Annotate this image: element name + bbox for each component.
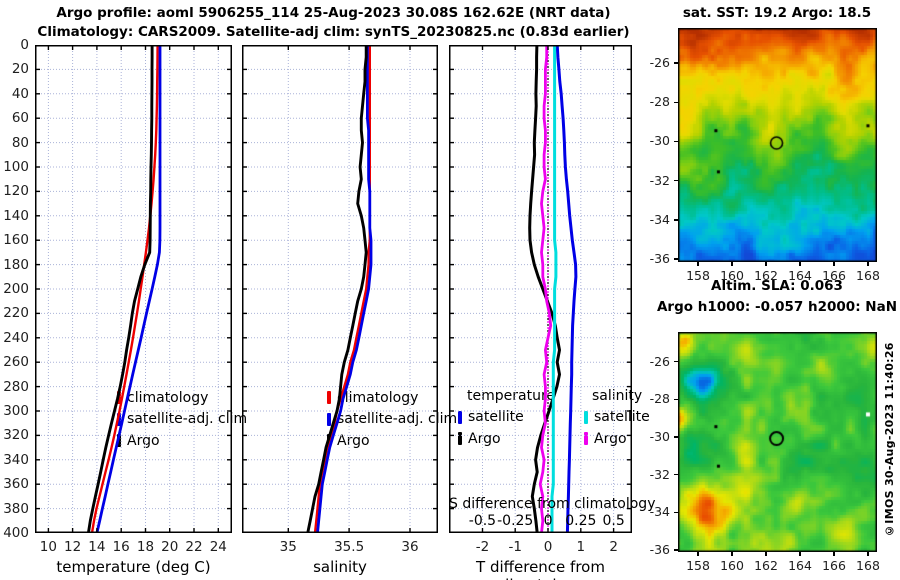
y-tick-label: 200 [3,281,29,297]
y-tick-label: 280 [3,378,29,395]
lon-tick-mark [731,552,733,556]
lon-tick-label: 166 [822,268,846,283]
lon-tick-label: 164 [788,558,812,573]
copyright-text: ©IMOS 30-Aug-2023 11:40:26 [883,342,896,537]
lat-tick-label: -30 [649,429,670,444]
lat-tick-mark [674,219,678,221]
y-tick-label: 360 [3,476,29,493]
s-axis-tick-label: 0.5 [602,513,625,529]
x-axis-title: T difference from climatology [476,558,605,580]
y-tick-label: 400 [3,525,29,541]
lon-tick-mark [867,552,869,556]
x-tick-label: 2 [609,539,618,555]
lon-tick-mark [833,262,835,266]
lon-tick-mark [765,552,767,556]
lon-tick-mark [731,262,733,266]
lat-tick-label: -34 [649,504,670,520]
y-tick-label: 340 [3,451,29,468]
lon-tick-label: 158 [686,558,710,573]
y-tick-label: 40 [11,85,29,102]
y-tick-label: 300 [3,403,29,419]
lon-tick-mark [799,552,801,556]
lat-tick-mark [674,101,678,103]
lon-tick-mark [833,552,835,556]
lon-tick-mark [697,262,699,266]
lat-tick-mark [674,511,678,513]
difference_profile-curve-satellite [550,45,558,533]
y-tick-label: 140 [3,207,29,224]
lat-tick-label: -32 [649,466,670,482]
s-axis-title: S difference from climatology [449,496,656,512]
lat-tick-mark [674,436,678,438]
y-tick-label: 60 [11,110,29,127]
salinity_profile-curve-argo [306,45,368,533]
x-tick-label: 35 [279,539,297,555]
lon-tick-mark [697,552,699,556]
figure-root: Argo profile: aoml 5906255_114 25-Aug-20… [0,0,900,580]
lon-tick-mark [765,262,767,266]
temperature_profile-curve-argo [86,45,154,533]
lat-tick-label: -26 [649,55,670,71]
sla-map-title-line2: Argo h1000: -0.057 h2000: NaN [656,299,898,315]
temperature_profile-plot [35,45,232,533]
lat-tick-label: -36 [649,251,670,267]
figure-title-line1: Argo profile: aoml 5906255_114 25-Aug-20… [56,5,611,21]
y-tick-label: 380 [3,500,29,517]
y-tick-label: 220 [3,305,29,322]
lat-tick-mark [674,179,678,182]
lat-tick-mark [674,549,678,551]
lon-tick-label: 162 [754,558,778,573]
lat-tick-label: -34 [649,211,670,227]
salinity_profile-plot [242,45,438,533]
y-tick-label: 180 [3,256,29,273]
y-tick-label: 80 [11,134,29,151]
y-tick-label: 120 [3,183,29,200]
sst-map-title: sat. SST: 19.2 Argo: 18.5 [682,5,872,21]
lat-tick-label: -36 [649,541,670,557]
lon-tick-label: 162 [754,268,778,283]
x-tick-label: 24 [209,539,227,555]
lon-tick-mark [867,262,869,266]
difference_profile-plot [449,45,632,533]
lat-tick-label: -30 [649,133,670,149]
lat-tick-mark [674,361,678,363]
lat-tick-mark [674,140,678,143]
lon-tick-label: 158 [686,268,710,283]
x-axis-title: temperature (deg C) [56,558,211,576]
y-tick-label: 0 [20,37,29,53]
lat-tick-mark [674,258,678,260]
lat-tick-mark [674,473,678,476]
sla_map-canvas [678,332,877,552]
panel-border [242,45,438,533]
y-tick-label: 320 [3,427,29,444]
lat-tick-mark [674,398,678,401]
y-tick-label: 160 [3,232,29,249]
lon-tick-label: 168 [856,268,880,283]
lat-tick-mark [674,62,678,64]
lat-tick-label: -26 [649,353,670,369]
figure-title-line2: Climatology: CARS2009. Satellite-adj cli… [37,24,630,40]
y-tick-label: 100 [3,159,29,175]
lon-tick-mark [799,262,801,266]
lon-tick-label: 160 [720,558,744,573]
x-tick-label: 36 [401,539,419,555]
x-axis-title: salinity [313,558,367,576]
lon-tick-label: 164 [788,268,812,283]
lon-tick-label: 160 [720,268,744,283]
lat-tick-label: -28 [649,391,670,407]
y-tick-label: 260 [3,354,29,371]
x-tick-label: 35.5 [334,539,365,555]
lat-tick-label: -28 [649,94,670,110]
y-tick-label: 240 [3,329,29,346]
lon-tick-label: 168 [856,558,880,573]
lon-tick-label: 166 [822,558,846,573]
lat-tick-label: -32 [649,172,670,188]
y-tick-label: 20 [11,61,29,78]
sst_map-canvas [678,28,877,262]
